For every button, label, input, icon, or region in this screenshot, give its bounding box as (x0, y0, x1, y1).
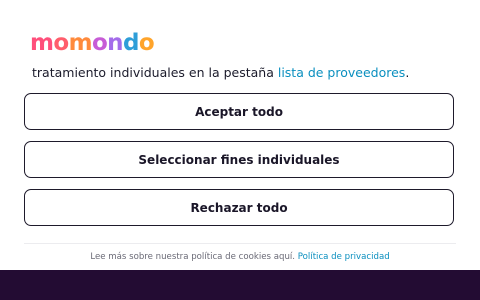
intro-text: tratamiento individuales en la pestaña (32, 65, 278, 80)
logo-letter: n (107, 30, 123, 56)
reject-all-button[interactable]: Rechazar todo (24, 189, 454, 226)
cookie-policy-footer: Lee más sobre nuestra política de cookie… (0, 250, 480, 264)
page-bottom-bar (0, 270, 480, 300)
cookie-policy-text: Lee más sobre nuestra política de cookie… (90, 252, 298, 262)
footer-divider (24, 243, 456, 244)
consent-scroll-area[interactable]: tratamiento individuales en la pestaña l… (0, 60, 480, 270)
logo-letter: d (122, 30, 139, 56)
logo-letter: m (30, 30, 54, 56)
accept-all-button[interactable]: Aceptar todo (24, 93, 454, 130)
momondo-logo: momondo (30, 28, 155, 58)
cookie-consent-dialog: momondo tratamiento individuales en la p… (0, 0, 480, 300)
select-purposes-button[interactable]: Seleccionar fines individuales (24, 141, 454, 178)
logo-letter: m (68, 30, 93, 56)
consent-intro-text: tratamiento individuales en la pestaña l… (32, 64, 472, 82)
intro-suffix: . (405, 65, 410, 80)
logo-letter: o (53, 30, 69, 56)
privacy-policy-link[interactable]: Política de privacidad (298, 252, 390, 262)
providers-list-link[interactable]: lista de proveedores (278, 65, 405, 80)
logo-letter: o (138, 30, 155, 56)
logo-letter: o (91, 30, 108, 56)
